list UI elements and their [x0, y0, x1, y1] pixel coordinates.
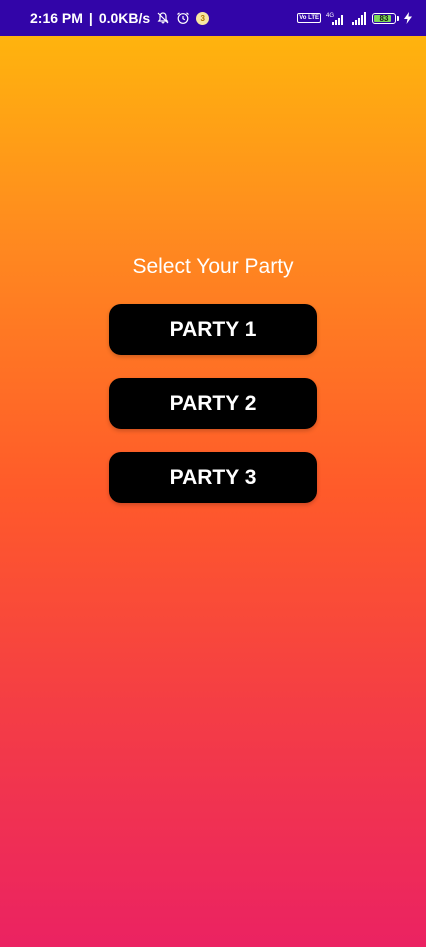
battery-level: 83	[379, 13, 389, 23]
volte-icon: Vo LTE	[297, 13, 321, 23]
network-speed: 0.0KB/s	[98, 10, 151, 26]
status-time: 2:16 PM	[30, 10, 83, 26]
party-1-button[interactable]: PARTY 1	[109, 304, 317, 355]
status-bar: 2:16 PM | 0.0KB/s 3 Vo LTE 4G 83	[0, 0, 426, 36]
status-right-group: Vo LTE 4G 83	[297, 11, 412, 25]
signal-icon	[351, 11, 367, 25]
status-left-group: 2:16 PM | 0.0KB/s 3	[30, 10, 210, 26]
status-separator: |	[88, 10, 93, 26]
charging-icon	[404, 12, 412, 24]
battery-cap	[397, 15, 399, 21]
notification-badge-icon: 3	[196, 11, 210, 25]
signal-4g-icon: 4G	[326, 12, 346, 25]
mute-notifications-icon	[156, 11, 170, 25]
app-screen: 2:16 PM | 0.0KB/s 3 Vo LTE 4G 83 Select …	[0, 0, 426, 947]
party-2-button[interactable]: PARTY 2	[109, 378, 317, 429]
battery-icon: 83	[372, 12, 396, 24]
page-title: Select Your Party	[132, 255, 294, 278]
party-3-button[interactable]: PARTY 3	[109, 452, 317, 503]
alarm-icon	[176, 11, 190, 25]
network-type-label: 4G	[326, 13, 334, 19]
